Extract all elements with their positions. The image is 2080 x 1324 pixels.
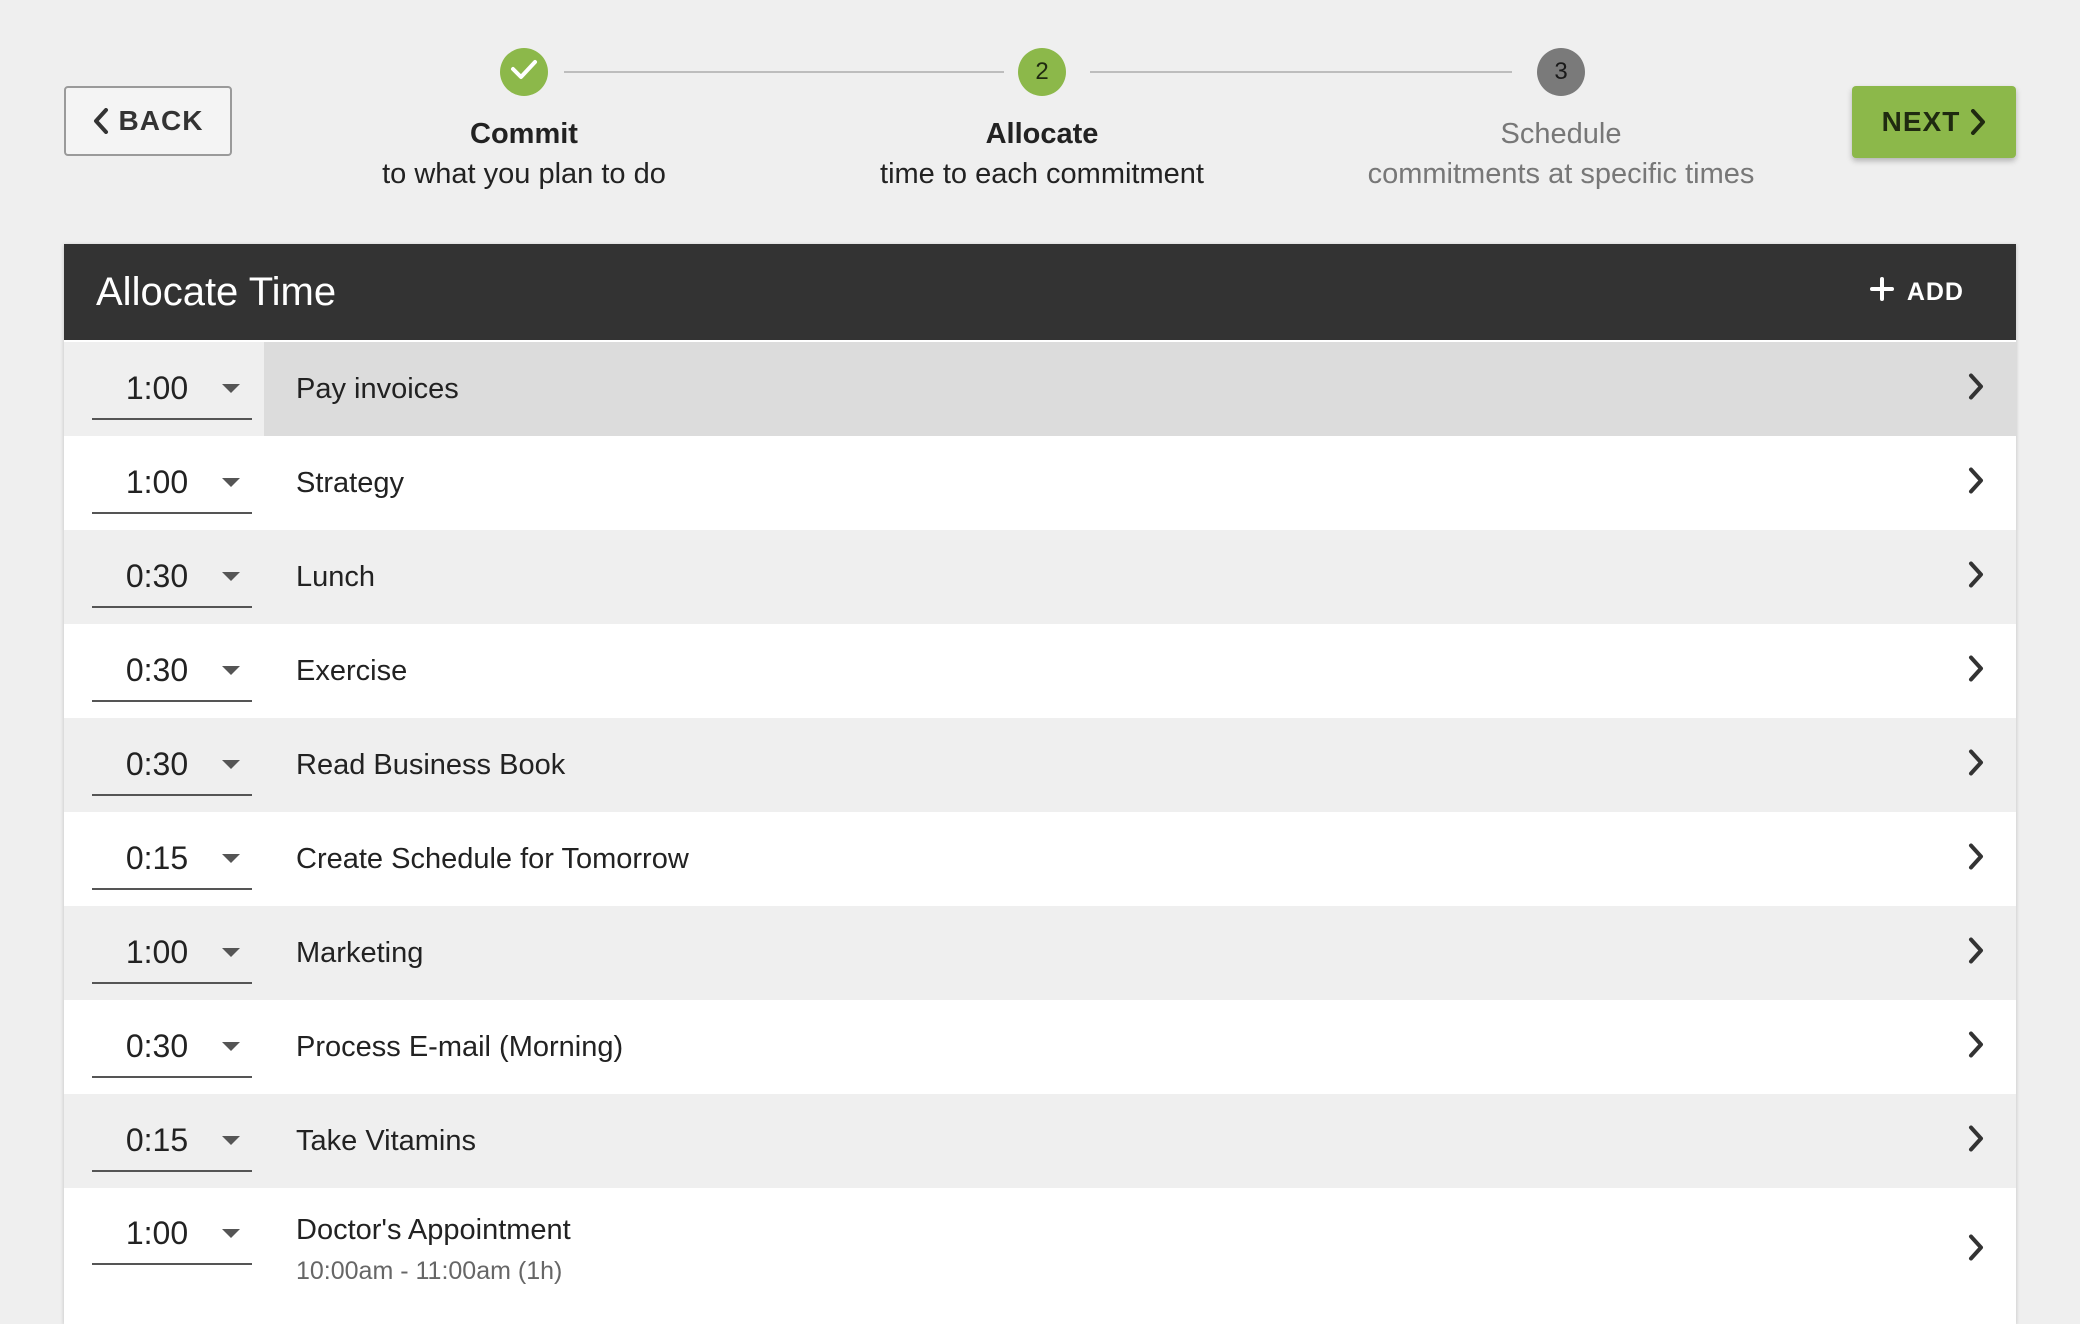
step-allocate[interactable]: 2 Allocate time to each commitment xyxy=(832,48,1252,196)
chevron-right-icon xyxy=(1968,1234,1984,1266)
time-value: 1:00 xyxy=(125,1214,189,1251)
task-row: 1:00 Doctor's Appointment 10:00am - 11:0… xyxy=(64,1188,2016,1312)
caret-down-icon xyxy=(222,665,240,675)
step-title: Commit xyxy=(470,118,578,150)
task-name: Read Business Book xyxy=(296,748,566,781)
chevron-right-icon xyxy=(1968,655,1984,687)
caret-down-icon xyxy=(222,947,240,957)
task-item[interactable]: Exercise xyxy=(264,624,2016,718)
step-subtitle: commitments at specific times xyxy=(1367,158,1755,190)
task-item[interactable]: Take Vitamins xyxy=(264,1094,2016,1188)
chevron-right-icon xyxy=(1968,373,1984,405)
back-button-label: BACK xyxy=(118,105,204,136)
back-button[interactable]: BACK xyxy=(64,86,232,156)
task-row: 0:30 Exercise xyxy=(64,624,2016,718)
step-number: 2 xyxy=(1018,48,1066,96)
time-dropdown[interactable]: 1:00 xyxy=(92,452,252,514)
time-dropdown[interactable]: 0:30 xyxy=(92,546,252,608)
chevron-right-icon xyxy=(1968,467,1984,499)
chevron-right-icon xyxy=(1968,561,1984,593)
task-row: 0:15 Create Schedule for Tomorrow xyxy=(64,812,2016,906)
task-name: Pay invoices xyxy=(296,372,459,405)
chevron-right-icon xyxy=(1968,937,1984,969)
time-dropdown[interactable]: 0:30 xyxy=(92,1016,252,1078)
time-value: 0:30 xyxy=(125,1027,189,1064)
task-name: Create Schedule for Tomorrow xyxy=(296,842,689,875)
task-name: Process E-mail (Morning) xyxy=(296,1030,624,1063)
time-dropdown[interactable]: 0:15 xyxy=(92,1110,252,1172)
time-dropdown[interactable]: 0:15 xyxy=(92,828,252,890)
time-dropdown[interactable]: 0:30 xyxy=(92,734,252,796)
task-row: 0:30 Read Business Book xyxy=(64,718,2016,812)
task-text: Doctor's Appointment 10:00am - 11:00am (… xyxy=(296,1214,571,1286)
caret-down-icon xyxy=(222,477,240,487)
wizard-header: BACK Commit to what you plan to do 2 All… xyxy=(0,0,2080,240)
plus-icon xyxy=(1869,276,1895,309)
caret-down-icon xyxy=(222,853,240,863)
task-row: 1:00 Marketing xyxy=(64,906,2016,1000)
next-button[interactable]: NEXT xyxy=(1852,86,2016,158)
time-dropdown[interactable]: 0:30 xyxy=(92,640,252,702)
time-value: 1:00 xyxy=(125,463,189,500)
add-button-label: ADD xyxy=(1906,277,1964,306)
caret-down-icon xyxy=(222,1041,240,1051)
caret-down-icon xyxy=(222,383,240,393)
task-name: Strategy xyxy=(296,466,404,499)
chevron-right-icon xyxy=(1968,749,1984,781)
task-item[interactable]: Read Business Book xyxy=(264,718,2016,812)
add-button[interactable]: ADD xyxy=(1869,276,1964,309)
time-dropdown[interactable]: 1:00 xyxy=(92,358,252,420)
task-name: Exercise xyxy=(296,654,408,687)
task-time-range: 10:00am - 11:00am (1h) xyxy=(296,1257,563,1285)
chevron-right-icon xyxy=(1968,1031,1984,1063)
task-item[interactable]: Lunch xyxy=(264,530,2016,624)
task-name: Take Vitamins xyxy=(296,1124,476,1157)
task-item[interactable]: Doctor's Appointment 10:00am - 11:00am (… xyxy=(264,1188,2016,1312)
step-number: 3 xyxy=(1537,48,1585,96)
check-icon xyxy=(510,58,538,87)
time-value: 1:00 xyxy=(125,933,189,970)
task-row: 1:00 Strategy xyxy=(64,436,2016,530)
time-value: 0:30 xyxy=(125,557,189,594)
chevron-left-icon xyxy=(93,108,109,134)
step-subtitle: to what you plan to do xyxy=(382,158,666,190)
step-complete-indicator xyxy=(500,48,548,96)
step-title: Allocate xyxy=(985,118,1099,150)
task-item[interactable]: Pay invoices xyxy=(264,342,2016,436)
task-row: 1:00 Pay invoices xyxy=(64,342,2016,436)
caret-down-icon xyxy=(222,1228,240,1238)
task-item[interactable]: Marketing xyxy=(264,906,2016,1000)
time-value: 0:15 xyxy=(125,1121,189,1158)
task-item[interactable]: Create Schedule for Tomorrow xyxy=(264,812,2016,906)
task-item[interactable]: Strategy xyxy=(264,436,2016,530)
time-value: 0:15 xyxy=(125,839,189,876)
time-value: 1:00 xyxy=(125,369,189,406)
step-subtitle: time to each commitment xyxy=(880,158,1204,190)
task-name: Marketing xyxy=(296,936,424,969)
time-value: 0:30 xyxy=(125,651,189,688)
task-item[interactable]: Process E-mail (Morning) xyxy=(264,1000,2016,1094)
chevron-right-icon xyxy=(1968,1125,1984,1157)
allocate-time-panel: Allocate Time ADD 1:00 Pay invoices 1:00… xyxy=(64,244,2016,1324)
task-name: Doctor's Appointment xyxy=(296,1214,571,1246)
chevron-right-icon xyxy=(1968,843,1984,875)
panel-header: Allocate Time ADD xyxy=(64,244,2016,340)
time-dropdown[interactable]: 1:00 xyxy=(92,1203,252,1265)
panel-title: Allocate Time xyxy=(96,269,337,314)
next-button-label: NEXT xyxy=(1881,106,1961,137)
step-commit[interactable]: Commit to what you plan to do xyxy=(314,48,734,196)
time-value: 0:30 xyxy=(125,745,189,782)
caret-down-icon xyxy=(222,571,240,581)
task-row: 0:30 Lunch xyxy=(64,530,2016,624)
task-name: Lunch xyxy=(296,560,376,593)
chevron-right-icon xyxy=(1970,109,1986,135)
step-title: Schedule xyxy=(1500,118,1622,150)
step-schedule[interactable]: 3 Schedule commitments at specific times xyxy=(1351,48,1771,196)
time-dropdown[interactable]: 1:00 xyxy=(92,922,252,984)
task-row: 0:15 Take Vitamins xyxy=(64,1094,2016,1188)
caret-down-icon xyxy=(222,1135,240,1145)
task-row: 0:30 Process E-mail (Morning) xyxy=(64,1000,2016,1094)
caret-down-icon xyxy=(222,759,240,769)
